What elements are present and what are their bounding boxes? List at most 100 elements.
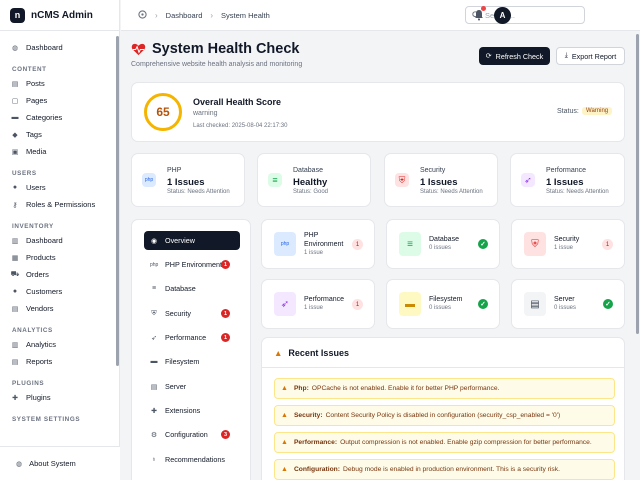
notification-dot: [481, 6, 486, 11]
recent-issues-card: ▲ Recent Issues ▲ Php: OPCache is not en…: [261, 337, 625, 480]
tag-icon: ◆: [12, 131, 18, 139]
sidebar-item-orders[interactable]: ⛟ Orders: [0, 267, 116, 282]
tab-performance[interactable]: ➶ Performance 1: [144, 328, 240, 347]
summary-card-security: ⛨ Security 1 Issues Status: Needs Attent…: [384, 153, 498, 207]
check-name: PHP Environment: [304, 232, 344, 248]
sidebar-item-media[interactable]: ▣ Media: [0, 144, 116, 159]
summary-card-performance: ➶ Performance 1 Issues Status: Needs Att…: [510, 153, 625, 207]
sidebar-item-analytics[interactable]: ▥ Analytics: [0, 337, 116, 352]
sidebar-item-posts[interactable]: ▤ Posts: [0, 76, 116, 91]
summary-value: 1 Issues: [420, 177, 458, 188]
tab-count-badge: 3: [221, 430, 230, 439]
sidebar-item-label: Media: [26, 147, 47, 156]
tab-label: PHP Environment: [165, 260, 222, 269]
heartbeat-icon: [131, 43, 146, 55]
check-name: Filesystem: [429, 296, 463, 303]
sidebar-item-plugins[interactable]: ✚ Plugins: [0, 390, 116, 405]
sidebar-item-users[interactable]: ● Users: [0, 180, 116, 195]
summary-name: Database: [293, 167, 323, 174]
check-sub: 1 issue: [304, 305, 324, 311]
summary-card-database: ≡ Database Healthy Status: Good: [257, 153, 371, 207]
issue-text: OPCache is not enabled. Enable it for be…: [311, 385, 500, 392]
avatar[interactable]: A: [494, 7, 511, 24]
sidebar-item-label: Vendors: [26, 304, 54, 313]
tab-database[interactable]: ≡ Database: [144, 279, 240, 298]
breadcrumb-dashboard[interactable]: Dashboard: [166, 11, 203, 20]
refresh-check-button[interactable]: ⟳ Refresh Check: [479, 47, 550, 65]
gear-icon: ⚙: [150, 431, 158, 439]
recent-issues-title: Recent Issues: [288, 348, 349, 358]
sidebar-item-roles[interactable]: ⚷ Roles & Permissions: [0, 197, 116, 212]
sidebar-item-pages[interactable]: ▢ Pages: [0, 93, 116, 108]
issue-item: ▲ Performance: Output compression is not…: [274, 432, 615, 453]
posts-icon: ▤: [11, 80, 19, 88]
export-report-button[interactable]: ⤓ Export Report: [556, 47, 625, 65]
tab-php-environment[interactable]: php PHP Environment 1: [144, 255, 240, 274]
sidebar-item-reports[interactable]: ▤ Reports: [0, 354, 116, 369]
tab-extensions[interactable]: ✚ Extensions: [144, 401, 240, 420]
tab-server[interactable]: ▤ Server: [144, 377, 240, 396]
summary-name: Performance: [546, 167, 587, 174]
sidebar-item-products[interactable]: ▦ Products: [0, 250, 116, 265]
box-icon: ▦: [11, 254, 19, 262]
sidebar-item-about[interactable]: ◍ About System: [0, 446, 120, 480]
sidebar-item-customers[interactable]: ● Customers: [0, 284, 116, 299]
sidebar-item-categories[interactable]: ▬ Categories: [0, 110, 116, 125]
sidebar-item-inventory-dashboard[interactable]: ▥ Dashboard: [0, 233, 116, 248]
sidebar-item-vendors[interactable]: ▤ Vendors: [0, 301, 116, 316]
database-icon: ≡: [151, 285, 157, 292]
key-icon: ⚷: [12, 201, 18, 209]
image-icon: ▣: [11, 148, 19, 156]
tab-label: Overview: [165, 236, 195, 245]
tab-label: Performance: [165, 333, 207, 342]
check-card-server[interactable]: ▤ Server 0 issues ✓: [511, 279, 625, 329]
check-count-badge: 1: [602, 239, 613, 250]
issue-category: Configuration:: [293, 466, 340, 473]
warning-icon: ▲: [281, 412, 288, 419]
tab-security[interactable]: ⛨ Security 1: [144, 304, 240, 323]
summary-status: Status: Needs Attention: [420, 189, 483, 195]
sidebar-section-users: USERS: [12, 170, 37, 177]
breadcrumb-current: System Health: [221, 10, 270, 20]
check-card-filesystem[interactable]: ▬ Filesystem 0 issues ✓: [386, 279, 500, 329]
download-icon: ⤓: [564, 52, 568, 59]
rocket-icon: ➶: [521, 173, 535, 187]
refresh-check-label: Refresh Check: [495, 51, 544, 61]
check-ok-icon: ✓: [478, 299, 488, 309]
check-sub: 1 issue: [554, 245, 574, 251]
sidebar-item-dashboard[interactable]: ◍ Dashboard: [0, 40, 116, 55]
export-report-label: Export Report: [571, 51, 617, 61]
rocket-icon: ➶: [274, 292, 296, 316]
check-card-performance[interactable]: ➶ Performance 1 issue 1: [261, 279, 375, 329]
chevron-right-icon: ›: [155, 10, 158, 20]
warning-icon: ▲: [281, 466, 288, 473]
sidebar-section-plugins: PLUGINS: [12, 380, 45, 387]
sidebar-item-label: Posts: [26, 79, 45, 88]
check-card-database[interactable]: ≡ Database 0 issues ✓: [386, 219, 500, 269]
check-card-php-environment[interactable]: php PHP Environment 1 issue 1: [261, 219, 375, 269]
php-icon: php: [274, 232, 296, 256]
check-card-security[interactable]: ⛨ Security 1 issue 1: [511, 219, 625, 269]
main-scrollbar[interactable]: [636, 34, 639, 334]
brand[interactable]: n nCMS Admin: [0, 0, 119, 31]
summary-card-php: php PHP 1 Issues Status: Needs Attention: [131, 153, 245, 207]
issue-category: Performance:: [293, 439, 338, 446]
tab-overview[interactable]: ◉ Overview: [144, 231, 240, 250]
tab-configuration[interactable]: ⚙ Configuration 3: [144, 425, 240, 444]
sidebar-section-content: CONTENT: [12, 66, 47, 73]
dashboard-icon: ◍: [11, 44, 19, 52]
sidebar-item-label: Users: [26, 183, 46, 192]
tab-filesystem[interactable]: ▬ Filesystem: [144, 352, 240, 371]
sidebar-item-tags[interactable]: ◆ Tags: [0, 127, 116, 142]
last-checked: Last checked: 2025-08-04 22:17:30: [193, 123, 288, 129]
divider: [262, 367, 624, 368]
chevron-right-icon: ›: [210, 10, 214, 20]
sidebar-scrollbar[interactable]: [116, 36, 119, 366]
tab-count-badge: 1: [221, 309, 230, 318]
tab-recommendations[interactable]: ♁ Recommendations: [144, 450, 240, 469]
check-sub: 0 issues: [429, 245, 452, 251]
check-sub: 0 issues: [554, 305, 577, 311]
php-icon: php: [142, 173, 156, 187]
summary-value: Healthy: [293, 177, 328, 188]
home-icon[interactable]: [138, 9, 147, 21]
